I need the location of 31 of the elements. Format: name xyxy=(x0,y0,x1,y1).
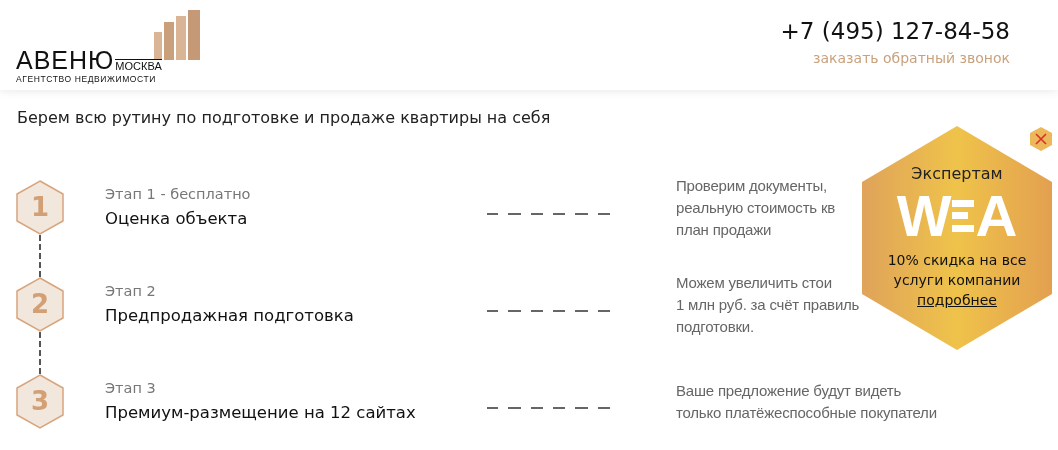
step-description-line: реальную стоимость кв xyxy=(676,197,836,218)
intro-text: Берем всю рутину по подготовке и продаже квартиры на себя xyxy=(17,107,552,129)
close-button[interactable] xyxy=(1030,127,1052,151)
logo-city: МОСКВА xyxy=(115,59,162,72)
logo-letter: W xyxy=(896,190,952,242)
step-title: Оценка объекта xyxy=(105,207,249,230)
step-stage: Этап 2 xyxy=(105,281,157,301)
step-stage: Этап 3 xyxy=(105,378,157,398)
promo-link[interactable]: подробнее xyxy=(917,290,997,310)
promo-heading: Экспертам xyxy=(911,164,1003,184)
step-number-badge: 2 xyxy=(16,277,64,332)
step-title: Премиум-размещение на 12 сайтах xyxy=(105,401,417,424)
equals-bars-icon xyxy=(952,198,975,234)
step-description-line: Ваше предложение будут видеть xyxy=(676,380,903,401)
step-description-line: план продажи xyxy=(676,219,773,240)
step-description-line: 1 млн руб. за счёт правиль xyxy=(676,294,860,315)
step-stage: Этап 1 - бесплатно xyxy=(105,184,252,204)
step-description-line: Проверим документы, xyxy=(676,175,828,196)
buildings-icon xyxy=(154,10,202,60)
step-description-line: Можем увеличить стои xyxy=(676,272,833,293)
step-description-line: подготовки. xyxy=(676,316,755,337)
step-number-badge: 3 xyxy=(16,374,64,429)
phone-number: +7 (495) 127-84-58 xyxy=(780,17,1010,46)
step-title: Предпродажная подготовка xyxy=(105,304,355,327)
promo-badge[interactable]: Экспертам W A 10% скидка на все услуги компании подробнее xyxy=(862,126,1052,350)
step-description-line: только платёжеспособные покупатели xyxy=(676,402,937,423)
logo-letter: A xyxy=(975,190,1018,242)
step-number-badge: 1 xyxy=(16,180,64,235)
logo-name: АВЕНЮ xyxy=(16,48,115,72)
close-icon xyxy=(1035,133,1047,145)
logo-tagline: АГЕНТСТВО НЕДВИЖИМОСТИ xyxy=(16,74,157,84)
